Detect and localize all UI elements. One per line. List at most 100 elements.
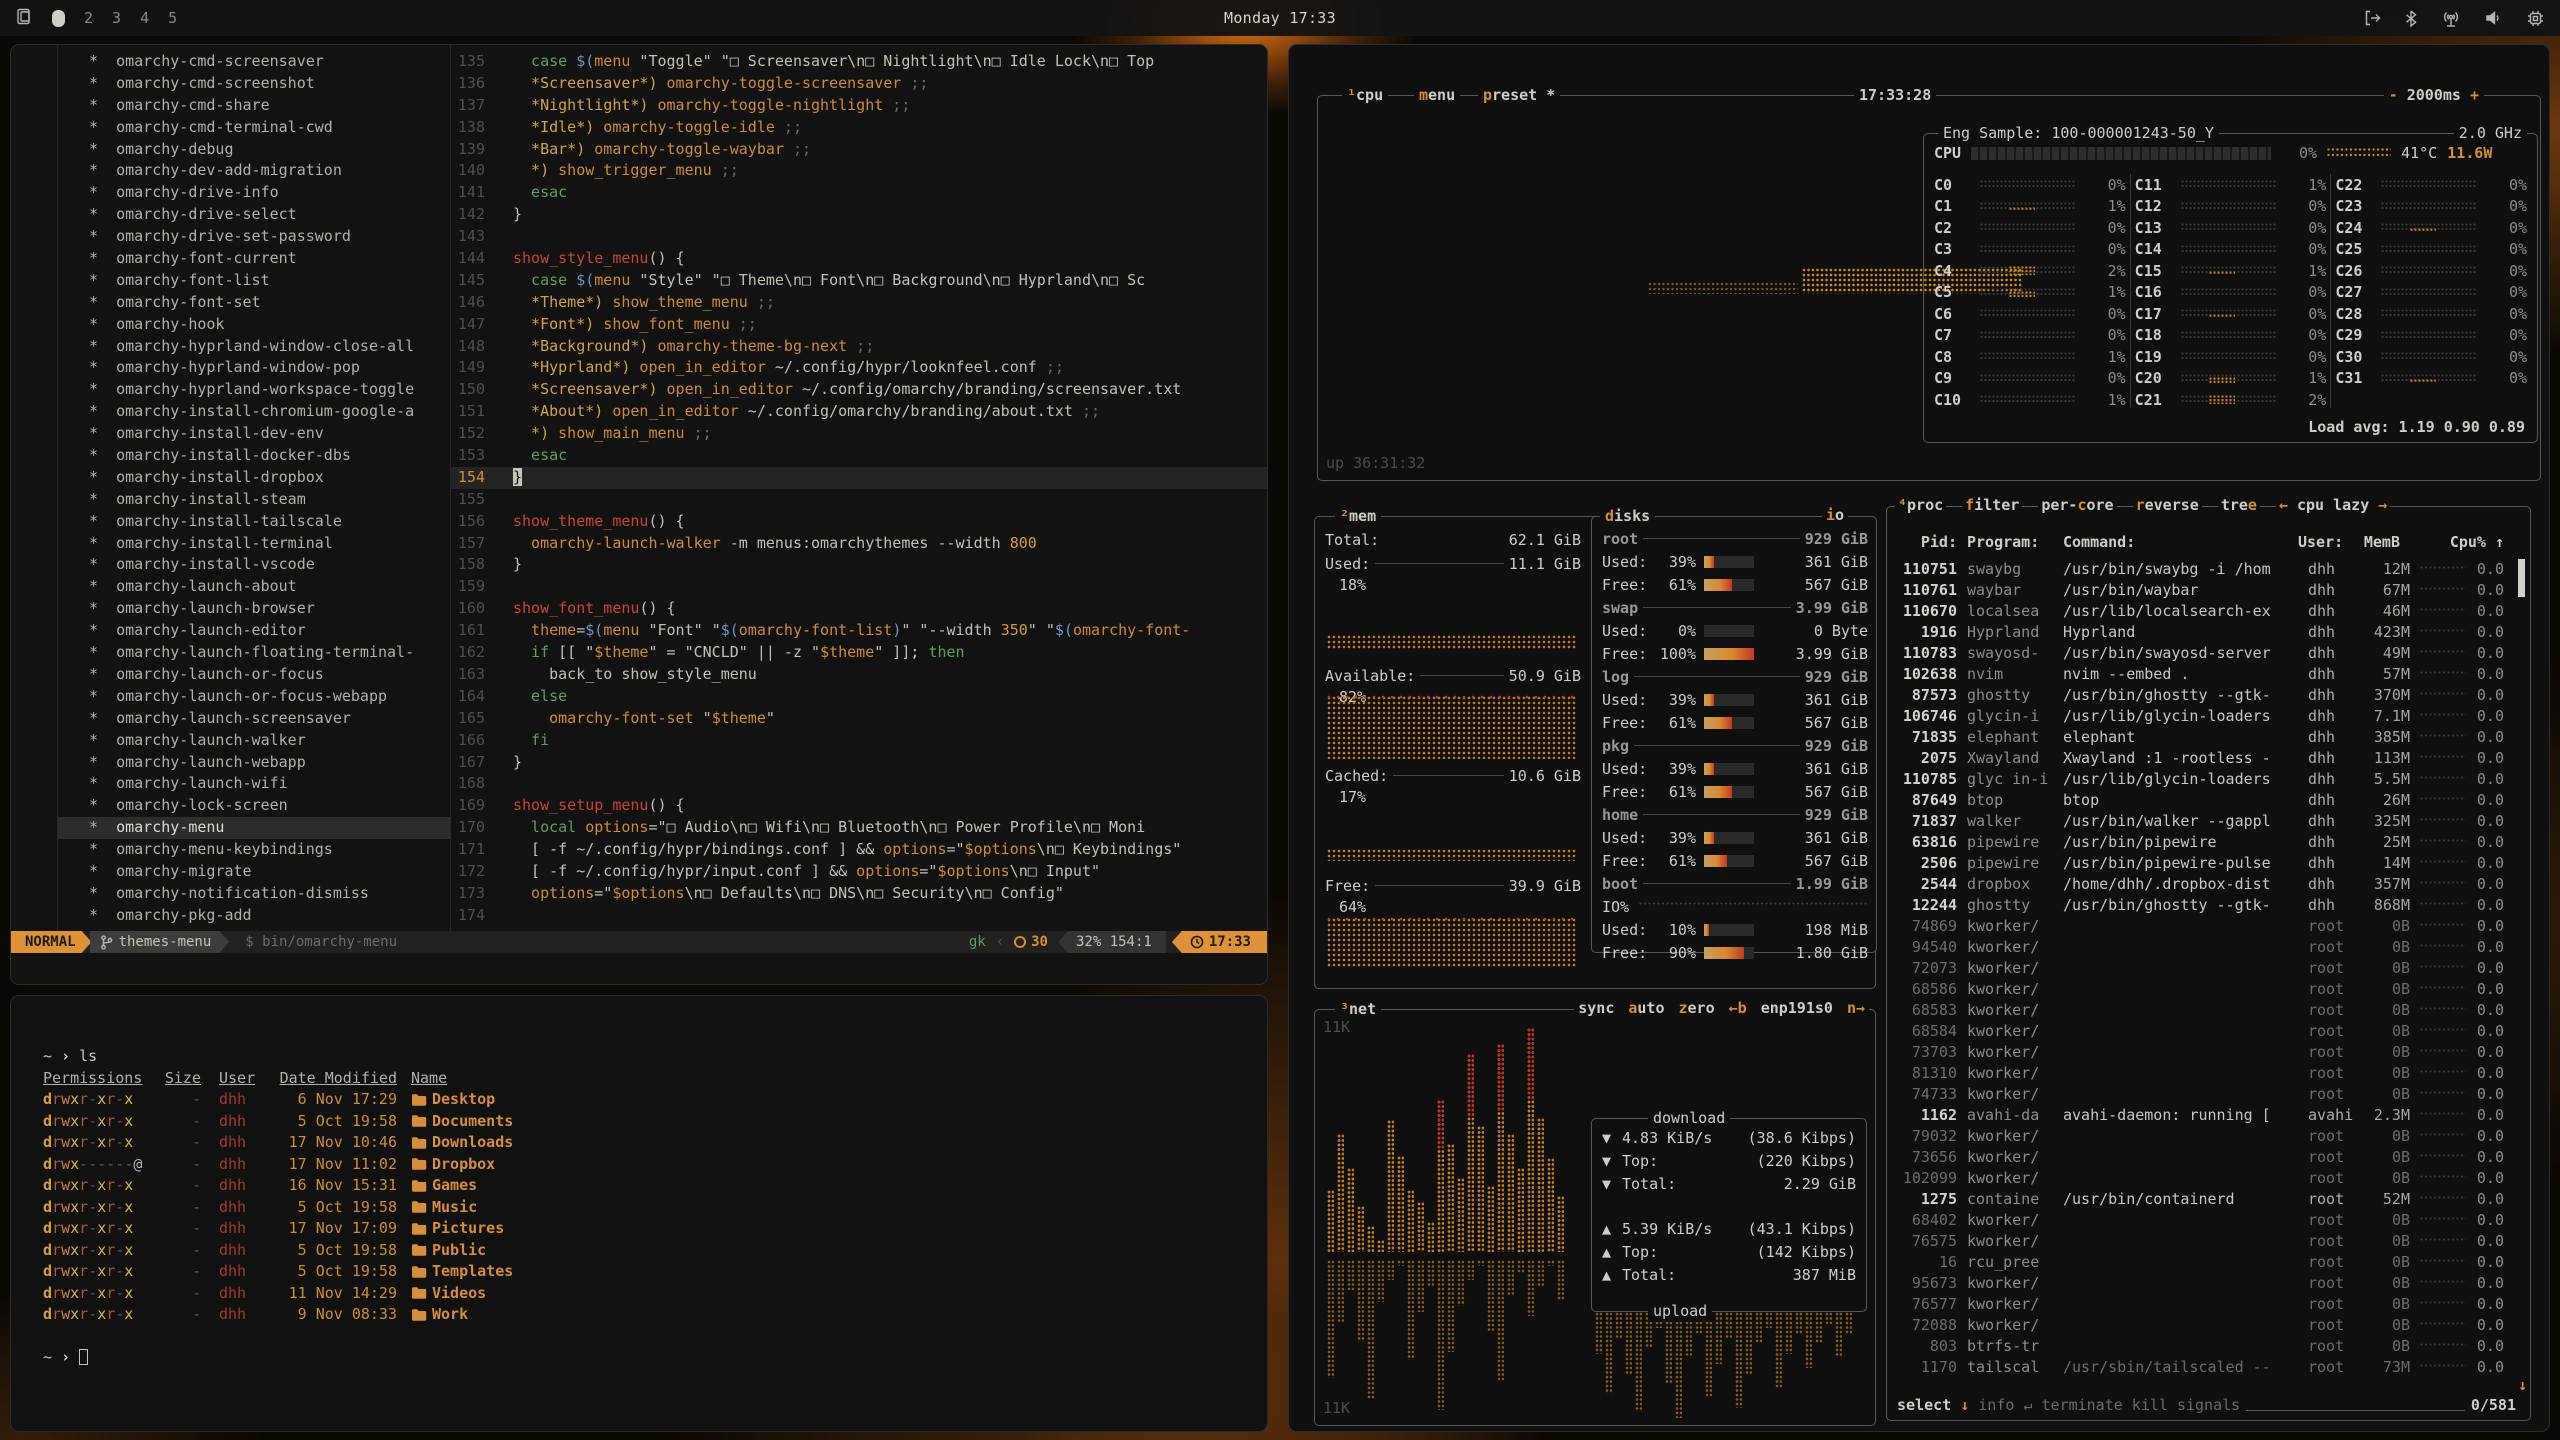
file-list-item[interactable]: * omarchy-install-chromium-google-a — [58, 401, 450, 423]
code-line[interactable]: 166 fi — [451, 730, 1267, 752]
process-row[interactable]: 71835 elephant elephant dhh 385M 0.0 — [1897, 727, 2504, 748]
btop-window[interactable]: ¹cpu menu preset * 17:33:28 - 2000ms + u… — [1288, 44, 2550, 1432]
process-row[interactable]: 79032 kworker/ root 0B 0.0 — [1897, 1126, 2504, 1147]
process-row[interactable]: 1275 containe /usr/bin/containerd root 5… — [1897, 1189, 2504, 1210]
proc-tab-tree[interactable]: tree — [2218, 496, 2260, 514]
file-list-item[interactable]: * omarchy-launch-browser — [58, 598, 450, 620]
io-toggle[interactable]: io — [1822, 506, 1848, 524]
file-list-item[interactable]: * omarchy-menu-keybindings — [58, 839, 450, 861]
process-row[interactable]: 72073 kworker/ root 0B 0.0 — [1897, 958, 2504, 979]
process-row[interactable]: 87573 ghostty /usr/bin/ghostty --gtk- dh… — [1897, 685, 2504, 706]
file-list-item[interactable]: * omarchy-menu — [58, 817, 450, 839]
file-list-item[interactable]: * omarchy-install-vscode — [58, 554, 450, 576]
code-line[interactable]: 155 — [451, 489, 1267, 511]
code-line[interactable]: 170 local options="□ Audio\n□ Wifi\n□ Bl… — [451, 817, 1267, 839]
net-box-title[interactable]: ³net — [1335, 999, 1381, 1020]
process-row[interactable]: 110670 localsea /usr/lib/localsearch-ex … — [1897, 601, 2504, 622]
proc-tab-per-core[interactable]: per-core — [2038, 496, 2116, 514]
proc-box-title[interactable]: ⁴proc — [1895, 496, 1946, 514]
cpu-box-title[interactable]: ¹cpu — [1342, 85, 1388, 106]
file-list-item[interactable]: * omarchy-install-terminal — [58, 533, 450, 555]
code-line[interactable]: 136 *Screensaver*) omarchy-toggle-screen… — [451, 73, 1267, 95]
code-line[interactable]: 139 *Bar*) omarchy-toggle-waybar ;; — [451, 139, 1267, 161]
proc-scrollbar[interactable] — [2518, 559, 2525, 1374]
process-row[interactable]: 1162 avahi-da avahi-daemon: running [ av… — [1897, 1105, 2504, 1126]
code-line[interactable]: 171 [ -f ~/.config/hypr/bindings.conf ] … — [451, 839, 1267, 861]
process-row[interactable]: 110785 glyc in-i /usr/lib/glycin-loaders… — [1897, 769, 2504, 790]
net-next-button[interactable]: n→ — [1847, 999, 1865, 1017]
code-line[interactable]: 137 *Nightlight*) omarchy-toggle-nightli… — [451, 95, 1267, 117]
process-row[interactable]: 74733 kworker/ root 0B 0.0 — [1897, 1084, 2504, 1105]
code-line[interactable]: 141 esac — [451, 182, 1267, 204]
code-line[interactable]: 149 *Hyprland*) open_in_editor ~/.config… — [451, 357, 1267, 379]
file-list-item[interactable]: * omarchy-font-current — [58, 248, 450, 270]
file-list-item[interactable]: * omarchy-hyprland-window-pop — [58, 357, 450, 379]
process-row[interactable]: 110783 swayosd- /usr/bin/swayosd-server … — [1897, 643, 2504, 664]
process-row[interactable]: 68586 kworker/ root 0B 0.0 — [1897, 979, 2504, 1000]
file-list-item[interactable]: * omarchy-install-docker-dbs — [58, 445, 450, 467]
code-line[interactable]: 135 case $(menu "Toggle" "□ Screensaver\… — [451, 51, 1267, 73]
file-list-item[interactable]: * omarchy-launch-floating-terminal- — [58, 642, 450, 664]
scroll-down-icon[interactable]: ↓ — [2518, 1376, 2527, 1394]
net-tab-auto[interactable]: auto — [1628, 999, 1664, 1017]
code-line[interactable]: 144show_style_menu() { — [451, 248, 1267, 270]
code-line[interactable]: 172 [ -f ~/.config/hypr/input.conf ] && … — [451, 861, 1267, 883]
process-row[interactable]: 2075 Xwayland Xwayland :1 -rootless - dh… — [1897, 748, 2504, 769]
file-list-item[interactable]: * omarchy-launch-webapp — [58, 752, 450, 774]
code-line[interactable]: 152 *) show_main_menu ;; — [451, 423, 1267, 445]
code-line[interactable]: 151 *About*) open_in_editor ~/.config/om… — [451, 401, 1267, 423]
process-row[interactable]: 87649 btop btop dhh 26M 0.0 — [1897, 790, 2504, 811]
code-line[interactable]: 157 omarchy-launch-walker -m menus:omarc… — [451, 533, 1267, 555]
process-row[interactable]: 95673 kworker/ root 0B 0.0 — [1897, 1273, 2504, 1294]
file-list-item[interactable]: * omarchy-install-dev-env — [58, 423, 450, 445]
code-line[interactable]: 143 — [451, 226, 1267, 248]
file-list-item[interactable]: * omarchy-lock-screen — [58, 795, 450, 817]
file-list-item[interactable]: * omarchy-install-steam — [58, 489, 450, 511]
scrollbar-thumb[interactable] — [2518, 559, 2525, 597]
file-list-item[interactable]: * omarchy-hyprland-workspace-toggle — [58, 379, 450, 401]
update-interval[interactable]: - 2000ms + — [2384, 85, 2484, 106]
process-row[interactable]: 110751 swaybg /usr/bin/swaybg -i /hom dh… — [1897, 559, 2504, 580]
file-list-item[interactable]: * omarchy-migrate — [58, 861, 450, 883]
code-line[interactable]: 138 *Idle*) omarchy-toggle-idle ;; — [451, 117, 1267, 139]
preset-button[interactable]: preset * — [1478, 85, 1560, 106]
code-line[interactable]: 154} — [451, 467, 1267, 489]
process-row[interactable]: 73703 kworker/ root 0B 0.0 — [1897, 1042, 2504, 1063]
file-list-item[interactable]: * omarchy-debug — [58, 139, 450, 161]
file-list-item[interactable]: * omarchy-launch-or-focus-webapp — [58, 686, 450, 708]
process-row[interactable]: 110761 waybar /usr/bin/waybar dhh 67M 0.… — [1897, 580, 2504, 601]
code-line[interactable]: 167} — [451, 752, 1267, 774]
file-list-item[interactable]: * omarchy-hyprland-window-close-all — [58, 336, 450, 358]
code-line[interactable]: 163 back_to show_style_menu — [451, 664, 1267, 686]
proc-tab-reverse[interactable]: reverse — [2133, 496, 2202, 514]
code-line[interactable]: 153 esac — [451, 445, 1267, 467]
process-row[interactable]: 94540 kworker/ root 0B 0.0 — [1897, 937, 2504, 958]
process-row[interactable]: 81310 kworker/ root 0B 0.0 — [1897, 1063, 2504, 1084]
process-row[interactable]: 2544 dropbox /home/dhh/.dropbox-dist dhh… — [1897, 874, 2504, 895]
process-row[interactable]: 803 btrfs-tr root 0B 0.0 — [1897, 1336, 2504, 1357]
file-list-item[interactable]: * omarchy-notification-dismiss — [58, 883, 450, 905]
file-list-item[interactable]: * omarchy-launch-or-focus — [58, 664, 450, 686]
code-line[interactable]: 158} — [451, 554, 1267, 576]
clock[interactable]: Monday 17:33 — [0, 9, 2560, 27]
process-row[interactable]: 102099 kworker/ root 0B 0.0 — [1897, 1168, 2504, 1189]
file-list-item[interactable]: * omarchy-launch-screensaver — [58, 708, 450, 730]
file-list-item[interactable]: * omarchy-dev-add-migration — [58, 160, 450, 182]
code-line[interactable]: 168 — [451, 773, 1267, 795]
process-row[interactable]: 76577 kworker/ root 0B 0.0 — [1897, 1294, 2504, 1315]
legend-keys[interactable]: select ↓ info ↵ terminate kill signals — [1897, 1396, 2240, 1414]
proc-sort-nav[interactable]: ← cpu lazy → — [2276, 496, 2390, 514]
process-row[interactable]: 73656 kworker/ root 0B 0.0 — [1897, 1147, 2504, 1168]
terminal-window[interactable]: ~ › ls Permissions Size User Date Modifi… — [10, 995, 1268, 1432]
code-line[interactable]: 145 case $(menu "Style" "□ Theme\n□ Font… — [451, 270, 1267, 292]
code-line[interactable]: 164 else — [451, 686, 1267, 708]
net-tab-sync[interactable]: sync — [1578, 999, 1614, 1017]
file-list-item[interactable]: * omarchy-pkg-add — [58, 905, 450, 927]
process-row[interactable]: 16 rcu_pree root 0B 0.0 — [1897, 1252, 2504, 1273]
code-line[interactable]: 173 options="$options\n□ Defaults\n□ DNS… — [451, 883, 1267, 905]
file-list-item[interactable]: * omarchy-font-set — [58, 292, 450, 314]
net-prev-button[interactable]: ←b — [1729, 999, 1747, 1017]
code-line[interactable]: 162 if [[ "$theme" = "CNCLD" || -z "$the… — [451, 642, 1267, 664]
proc-sort-column[interactable]: Cpu% ↑ — [2400, 533, 2504, 551]
file-list-item[interactable]: * omarchy-cmd-screensaver — [58, 51, 450, 73]
